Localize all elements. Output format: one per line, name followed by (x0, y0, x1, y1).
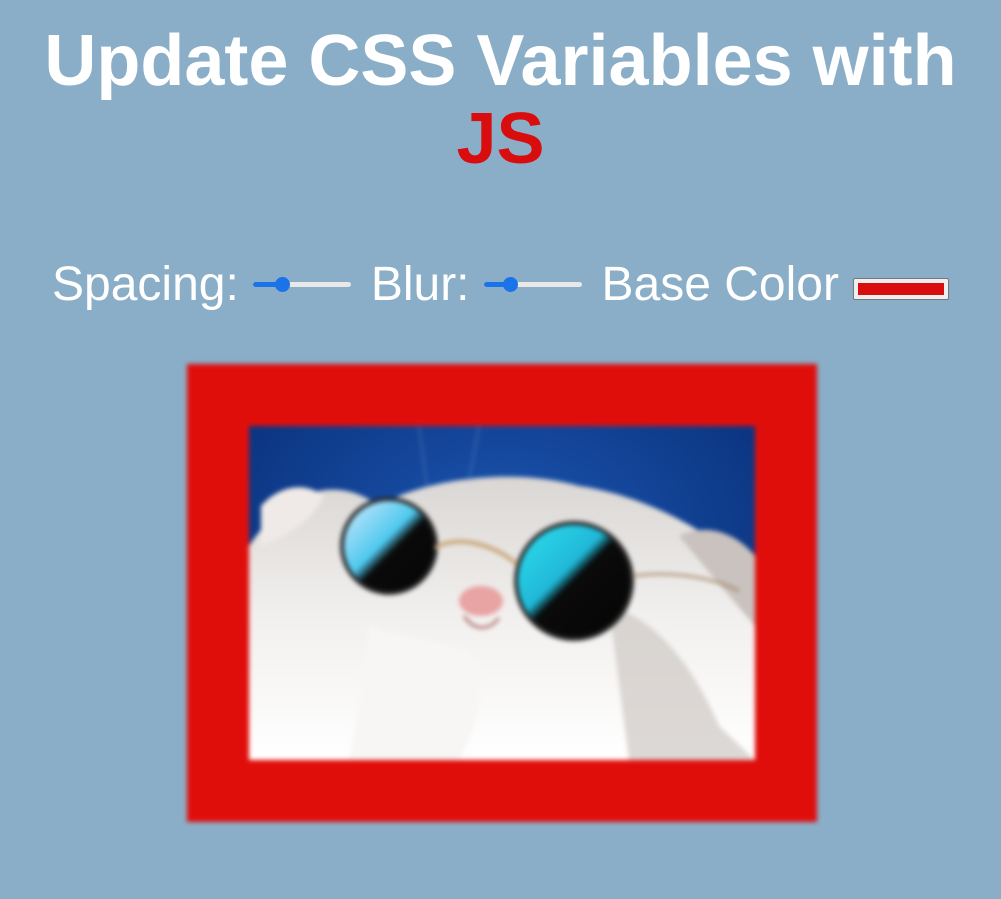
blur-slider[interactable] (483, 274, 582, 294)
spacing-slider-thumb[interactable] (275, 277, 291, 292)
image-frame (187, 364, 817, 822)
base-color-picker[interactable] (852, 278, 949, 300)
blur-slider-thumb[interactable] (502, 277, 518, 292)
blur-label: Blur: (370, 257, 470, 311)
page-title: Update CSS Variables with JS (0, 22, 1001, 178)
spacing-slider[interactable] (252, 274, 351, 294)
controls-bar: Spacing: Blur: Base Color (0, 254, 1001, 314)
cat-sunglasses-image (249, 426, 755, 760)
base-color-label: Base Color (601, 257, 839, 311)
base-color-swatch (857, 283, 944, 295)
cat-illustration (249, 426, 755, 760)
spacing-label: Spacing: (52, 257, 239, 311)
title-highlight: JS (456, 99, 545, 179)
title-text: Update CSS Variables with (44, 21, 957, 101)
